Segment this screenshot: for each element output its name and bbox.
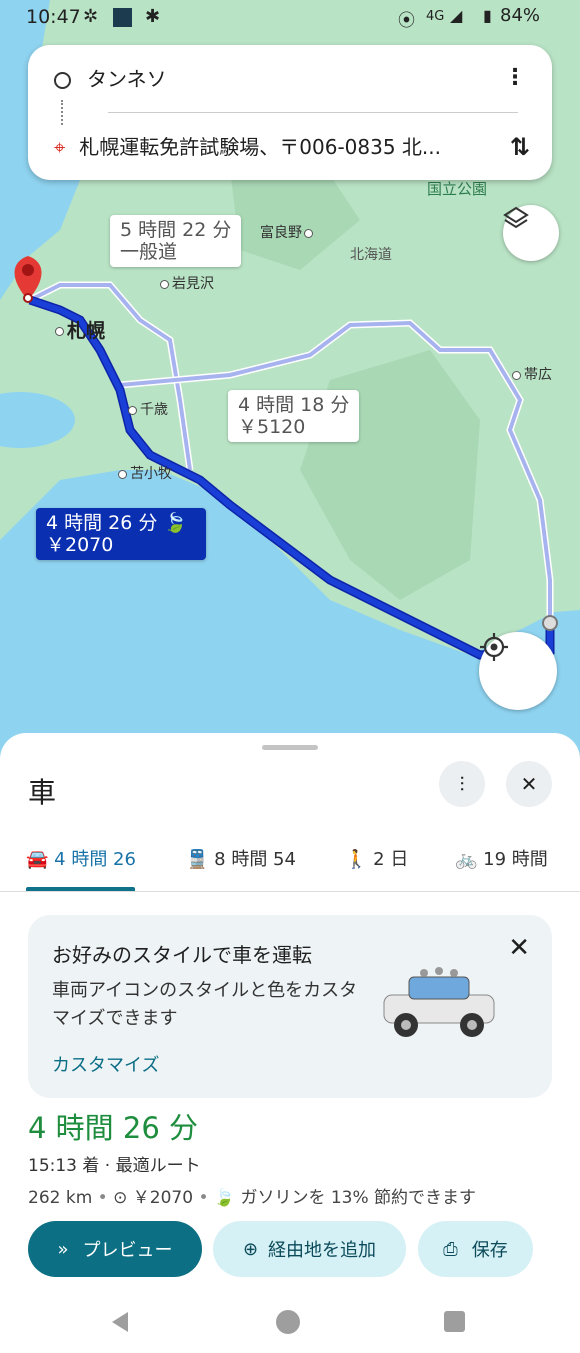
place-obihiro[interactable]: 帯広: [512, 364, 552, 384]
route-meta: 262 km • ⊙ ￥2070 • 🍃 ガソリンを 13% 節約できます: [28, 1188, 477, 1208]
place-dot: [128, 405, 137, 415]
place-tomakomai[interactable]: 苫小牧: [118, 463, 172, 483]
leaf-icon: 🍃: [163, 512, 188, 534]
place-furano[interactable]: 富良野: [260, 222, 316, 242]
sliders-icon: ⫶: [459, 772, 465, 796]
route-connector: [61, 100, 65, 125]
place-dot: [304, 228, 313, 238]
home-icon[interactable]: [276, 1310, 300, 1334]
save-button[interactable]: ⎙ 保存: [418, 1221, 533, 1277]
battery-icon: ▮: [483, 6, 492, 25]
directions-card: タンネソ ⌖ 札幌運転免許試験場、〒006-0835 北... ⋮ ⇅: [28, 45, 552, 180]
pin-icon: ⌖: [54, 135, 66, 159]
close-button[interactable]: ✕: [506, 761, 552, 807]
place-iwamizawa[interactable]: 岩見沢: [160, 273, 214, 293]
promo-description: 車両アイコンのスタイルと色をカスタマイズできます: [52, 980, 358, 1029]
eco-savings: ガソリンを 13% 節約できます: [240, 1188, 477, 1208]
promo-card: お好みのスタイルで車を運転 車両アイコンのスタイルと色をカスタマイズできます カ…: [28, 915, 552, 1098]
status-time: 10:47: [26, 6, 81, 28]
place-dot: [118, 469, 127, 479]
tab-walk[interactable]: 🚶 2 日: [345, 845, 408, 871]
route-callout-selected[interactable]: 4 時間 26 分 🍃 ￥2070: [36, 508, 206, 560]
bookmark-icon: ⎙: [443, 1238, 458, 1260]
car-icon: 🚘: [26, 849, 49, 870]
swap-icon[interactable]: ⇅: [510, 133, 530, 161]
place-sapporo[interactable]: 札幌: [55, 316, 105, 343]
location-icon: ⦿: [398, 11, 415, 31]
my-location-button[interactable]: [479, 632, 557, 710]
crosshair-icon: [480, 633, 508, 661]
drag-handle[interactable]: [262, 745, 318, 750]
customize-link[interactable]: カスタマイズ: [52, 1051, 159, 1077]
more-options-icon[interactable]: ⋮: [504, 65, 526, 90]
add-location-icon: ⊕: [242, 1238, 259, 1260]
pinwheel-icon: ✲: [83, 6, 99, 27]
place-dot: [512, 370, 521, 380]
divider: [0, 891, 580, 892]
toll-icon: ⊙: [113, 1188, 128, 1208]
bike-icon: 🚲: [455, 849, 478, 870]
add-waypoint-button[interactable]: ⊕ 経由地を追加: [213, 1221, 406, 1277]
layers-button[interactable]: [503, 205, 559, 261]
layers-icon: [503, 206, 529, 229]
app-icon: [113, 8, 132, 27]
place-dot: [55, 327, 64, 336]
tab-car[interactable]: 🚘 4 時間 26: [26, 845, 136, 871]
back-icon[interactable]: [108, 1310, 132, 1334]
dismiss-promo-icon[interactable]: ✕: [508, 933, 530, 963]
promo-title: お好みのスタイルで車を運転: [52, 943, 312, 967]
route-callout-2[interactable]: 4 時間 18 分 ￥5120: [228, 390, 360, 442]
status-bar: 10:47 ✲ ✱ ⦿ 4G ◢ ▮ 84%: [0, 0, 580, 36]
system-nav-bar: [0, 1292, 580, 1353]
bug-icon: ✱: [145, 6, 161, 27]
train-icon: 🚆: [186, 849, 209, 870]
recents-icon[interactable]: [444, 1311, 465, 1332]
bottom-sheet: 車 ⫶ ✕ 🚘 4 時間 26 🚆 8 時間 54 🚶 2 日 🚲 19 時間 …: [0, 733, 580, 1353]
route-options-button[interactable]: ⫶: [439, 761, 485, 807]
close-icon: ✕: [520, 772, 538, 796]
place-dot: [160, 279, 169, 289]
route-callout-1[interactable]: 5 時間 22 分 一般道: [110, 215, 242, 267]
place-chitose[interactable]: 千歳: [128, 399, 168, 419]
place-national-park: 国立公園: [427, 180, 488, 198]
sheet-title: 車: [28, 776, 57, 809]
route-duration: 4 時間 26 分: [28, 1111, 199, 1145]
battery-percent: 84%: [500, 5, 541, 26]
tab-bike[interactable]: 🚲 19 時間: [455, 845, 548, 871]
route-toll: ￥2070: [132, 1188, 194, 1208]
walk-icon: 🚶: [345, 849, 368, 870]
origin-field[interactable]: タンネソ: [54, 63, 167, 92]
route-distance: 262 km: [28, 1188, 93, 1208]
signal-icon: ◢: [450, 6, 463, 25]
network-type: 4G: [426, 9, 445, 24]
destination-field[interactable]: ⌖ 札幌運転免許試験場、〒006-0835 北...: [54, 131, 441, 160]
route-eta: 15:13 着 · 最適ルート: [28, 1156, 201, 1176]
car-illustration: [383, 967, 495, 1037]
tab-transit[interactable]: 🚆 8 時間 54: [186, 845, 296, 871]
origin-circle-icon: [54, 72, 71, 89]
divider: [108, 112, 518, 113]
place-hokkaido: 北海道: [350, 247, 392, 263]
preview-button[interactable]: » プレビュー: [28, 1221, 202, 1277]
double-chevron-icon: »: [57, 1238, 69, 1260]
leaf-icon: 🍃: [213, 1188, 236, 1208]
